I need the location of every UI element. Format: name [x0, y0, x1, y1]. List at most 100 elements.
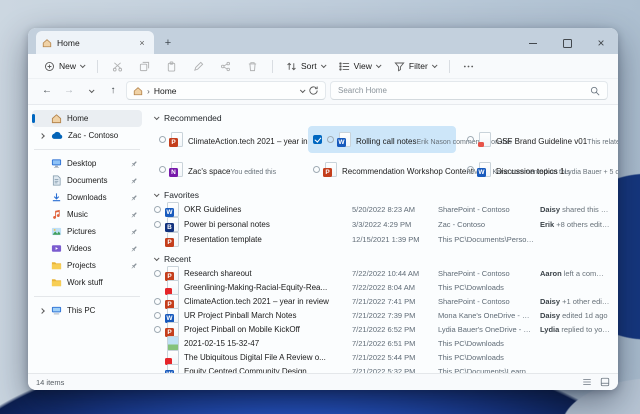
recent-locations-button[interactable]: [82, 82, 100, 100]
file-row[interactable]: Greenlining-Making-Racial-Equity-Rea... …: [154, 280, 610, 295]
search-box[interactable]: [330, 81, 608, 100]
file-row[interactable]: Research shareout 7/22/2022 10:44 AM Sha…: [154, 266, 610, 281]
card-title: ClimateAction.tech 2021 – year in...: [188, 136, 315, 146]
large-icons-view-icon[interactable]: [600, 377, 610, 387]
pin-icon: [130, 177, 138, 185]
expand-chevron-icon[interactable]: [38, 132, 46, 139]
sidebar-item-desktop[interactable]: Desktop: [32, 155, 142, 172]
card-title: Zac's space: [188, 166, 231, 176]
checkbox-checked-icon[interactable]: [313, 135, 322, 144]
file-row[interactable]: Project Pinball on Mobile KickOff 7/21/2…: [154, 322, 610, 337]
copy-button[interactable]: [132, 58, 157, 75]
address-dropdown-icon[interactable]: [299, 86, 306, 93]
tab-title: Home: [57, 37, 80, 48]
sidebar-item-documents[interactable]: Documents: [32, 172, 142, 189]
activity-action: +8 others edited 2m ago: [556, 220, 610, 229]
sidebar-item-music[interactable]: Music: [32, 206, 142, 223]
file-activity: Lydia replied to your comment: [540, 325, 610, 334]
tab-close-icon[interactable]: [136, 37, 148, 49]
paste-button[interactable]: [159, 58, 184, 75]
sidebar-item-label: Work stuff: [67, 278, 103, 287]
recommended-card[interactable]: Zac's spaceYou edited this: [154, 156, 302, 183]
see-more-button[interactable]: [457, 58, 480, 75]
file-location: This PC\Documents\Personal: [438, 235, 537, 244]
back-button[interactable]: ←: [38, 82, 56, 100]
collapse-chevron-icon[interactable]: [153, 190, 160, 197]
file-row[interactable]: The Ubiquitous Digital File A Review o..…: [154, 350, 610, 365]
card-subtitle: This related to a recent meeting: [587, 138, 618, 146]
file-row[interactable]: OKR Guidelines 5/20/2022 8:23 AM SharePo…: [154, 202, 610, 217]
rename-button[interactable]: [186, 58, 211, 75]
recommended-card-selected[interactable]: Rolling call notesErik Nason commented o…: [308, 126, 512, 153]
tab-home[interactable]: Home: [36, 31, 154, 54]
section-header-recommended[interactable]: Recommended: [153, 110, 610, 125]
activity-action: left a comment 5m ago: [563, 269, 610, 278]
cut-button[interactable]: [105, 58, 130, 75]
maximize-button[interactable]: [550, 31, 584, 55]
file-row[interactable]: Equity Centred Community Design 7/21/202…: [154, 364, 610, 373]
minimize-button[interactable]: [516, 31, 550, 55]
section-header-favorites[interactable]: Favorites: [153, 187, 610, 202]
sidebar-item-videos[interactable]: Videos: [32, 240, 142, 257]
sidebar-item-label: Pictures: [67, 227, 96, 236]
recommended-card[interactable]: Recommendation Workshop ContentMona Kane…: [308, 156, 570, 183]
copy-icon: [139, 61, 150, 71]
file-date: 7/21/2022 7:39 PM: [352, 311, 416, 320]
sync-status-icon: [159, 166, 166, 173]
expand-chevron-icon[interactable]: [38, 307, 46, 314]
sort-button[interactable]: Sort: [280, 58, 331, 75]
recommended-card[interactable]: Discussion topics 1Lydia Bauer + 5 other…: [462, 156, 618, 183]
breadcrumb[interactable]: Home: [126, 81, 326, 100]
file-row[interactable]: Presentation template 12/15/2021 1:39 PM…: [154, 232, 610, 247]
sidebar-item-this-pc[interactable]: This PC: [32, 302, 142, 319]
pin-icon: [130, 245, 138, 253]
details-view-icon[interactable]: [582, 377, 592, 387]
file-name: Research shareout: [184, 269, 252, 278]
sidebar-item-home[interactable]: Home: [32, 110, 142, 127]
collapse-chevron-icon[interactable]: [153, 254, 160, 261]
sidebar-item-downloads[interactable]: Downloads: [32, 189, 142, 206]
refresh-icon[interactable]: [308, 85, 319, 96]
card-title: Discussion topics 1: [496, 166, 565, 176]
search-input[interactable]: [338, 86, 584, 95]
toolbar-divider: [448, 59, 450, 73]
file-date: 7/22/2022 10:44 AM: [352, 269, 420, 278]
recommended-card[interactable]: ClimateAction.tech 2021 – year in...Dais…: [154, 126, 418, 153]
new-button[interactable]: New: [38, 58, 90, 75]
up-button[interactable]: ↑: [104, 82, 122, 100]
file-type-icon: [165, 232, 179, 247]
forward-button[interactable]: →: [60, 82, 78, 100]
view-button[interactable]: View: [333, 58, 386, 75]
activity-actor: Erik: [540, 220, 555, 229]
view-button-label: View: [353, 61, 372, 71]
sidebar-divider: [34, 149, 140, 150]
delete-button[interactable]: [240, 58, 265, 75]
file-row[interactable]: 2021-02-15 15-32-47 7/21/2022 6:51 PM Th…: [154, 336, 610, 351]
new-tab-button[interactable]: +: [160, 35, 176, 51]
activity-action: +1 other edited 2h ago: [562, 297, 610, 306]
filter-button[interactable]: Filter: [388, 58, 442, 75]
sidebar-item-work-stuff[interactable]: Work stuff: [32, 274, 142, 291]
close-button[interactable]: [584, 31, 618, 55]
file-row[interactable]: UR Project Pinball March Notes 7/21/2022…: [154, 308, 610, 323]
section-title: Favorites: [164, 189, 199, 200]
share-button[interactable]: [213, 58, 238, 75]
recommended-cards: ClimateAction.tech 2021 – year in...Dais…: [154, 126, 618, 183]
activity-actor: Daisy: [540, 311, 561, 320]
recommended-card[interactable]: GSF Brand Guideline v01This related to a…: [462, 126, 618, 153]
breadcrumb-item-home[interactable]: Home: [154, 86, 177, 96]
sidebar-item-projects[interactable]: Projects: [32, 257, 142, 274]
file-activity: Erik +8 others edited 2m ago: [540, 220, 610, 229]
collapse-chevron-icon[interactable]: [153, 113, 160, 120]
section-header-recent[interactable]: Recent: [153, 251, 610, 266]
file-row[interactable]: ClimateAction.tech 2021 – year in review…: [154, 294, 610, 309]
file-name: ClimateAction.tech 2021 – year in review: [184, 297, 329, 306]
file-type-icon: [165, 280, 179, 295]
sidebar-item-onedrive[interactable]: Zac - Contoso: [32, 127, 142, 144]
activity-actor: Daisy: [540, 205, 561, 214]
file-row[interactable]: Power bi personal notes 3/3/2022 4:29 PM…: [154, 217, 610, 232]
file-type-icon: [477, 162, 491, 177]
file-name: 2021-02-15 15-32-47: [184, 339, 260, 348]
sidebar-item-pictures[interactable]: Pictures: [32, 223, 142, 240]
file-date: 7/22/2022 8:04 AM: [352, 283, 415, 292]
